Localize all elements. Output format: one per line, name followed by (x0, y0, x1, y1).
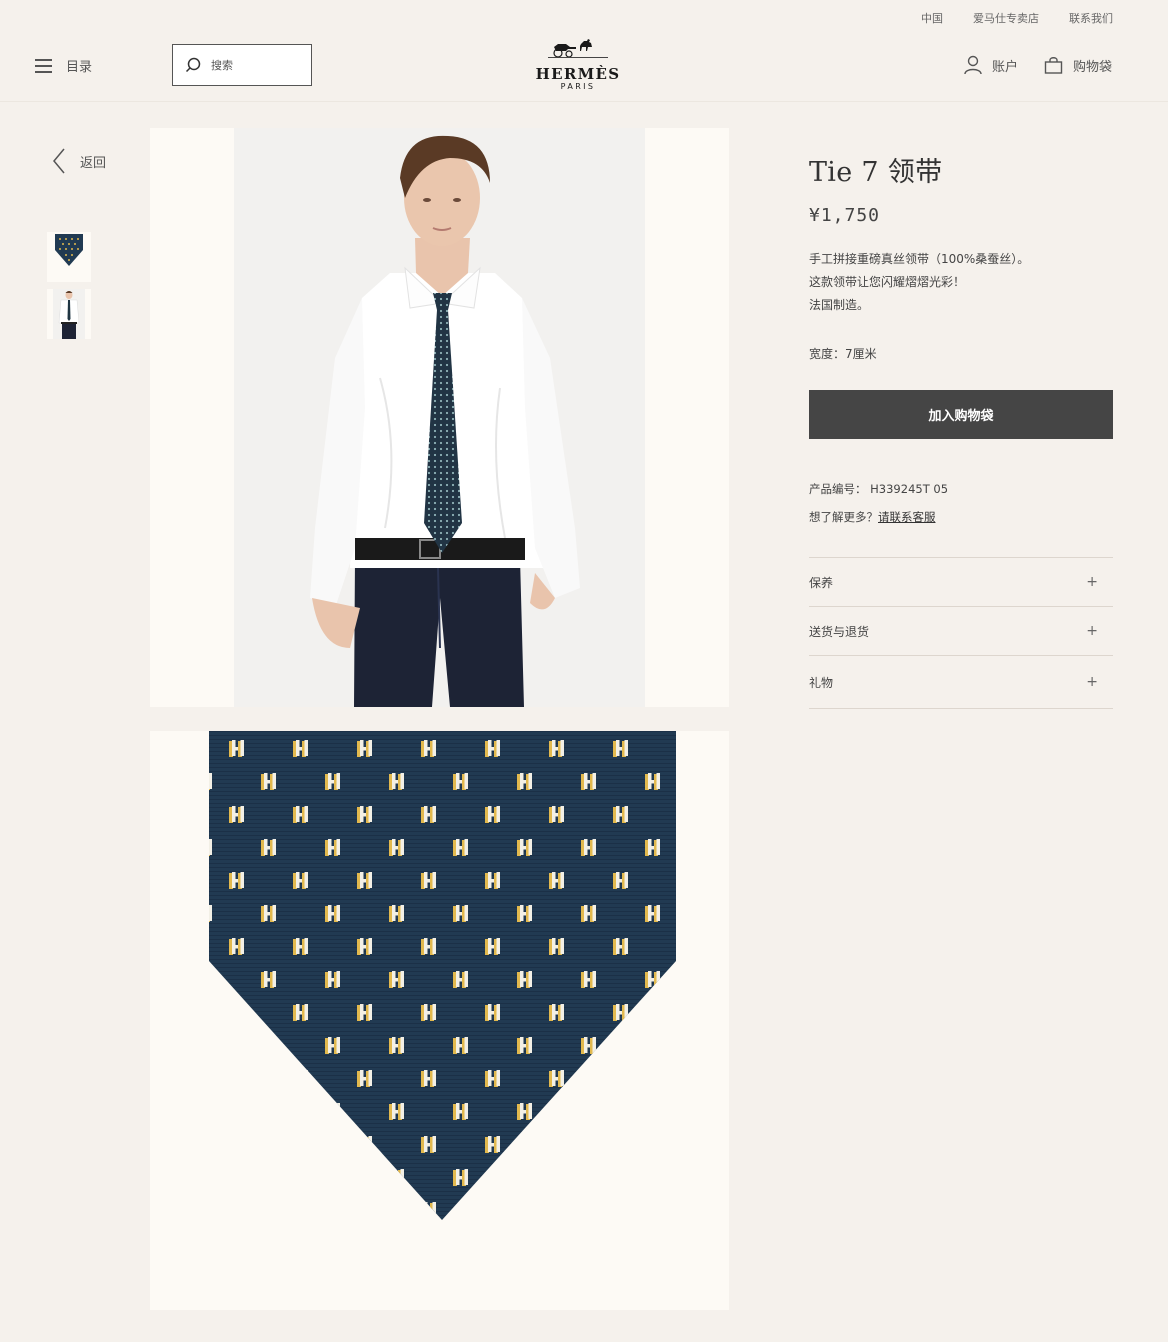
back-button[interactable]: 返回 (52, 148, 106, 174)
product-info: Tie 7 领带 ¥1,750 手工拼接重磅真丝领带（100%桑蚕丝）。 这款领… (809, 150, 1113, 709)
account-button[interactable]: 账户 (964, 55, 1018, 75)
account-label: 账户 (991, 59, 1018, 75)
product-width: 宽度：7厘米 (809, 347, 877, 361)
search-input[interactable] (211, 58, 301, 72)
back-label: 返回 (80, 155, 107, 171)
hamburger-icon (35, 59, 52, 73)
plus-icon: + (1086, 623, 1098, 639)
product-sku: 产品编号： H339245T 05 (809, 482, 949, 496)
product-description: 手工拼接重磅真丝领带（100%桑蚕丝）。 这款领带让您闪耀熠熠光彩！ 法国制造。 (809, 248, 1113, 317)
description-line: 法国制造。 (809, 298, 870, 312)
accordion-label: 礼物 (809, 675, 834, 690)
model-photo (310, 135, 580, 707)
search-icon (185, 57, 201, 73)
contact-prompt-text: 想了解更多？ (809, 510, 878, 524)
accordion-label: 送货与退货 (809, 624, 870, 639)
product-price: ¥1,750 (809, 205, 881, 226)
product-image-tie-detail (150, 731, 729, 1310)
header-actions: 账户 购物袋 (964, 55, 1112, 75)
plus-icon: + (1086, 674, 1098, 690)
tie-detail-photo (209, 731, 676, 1220)
tie-thumbnail-image (47, 232, 91, 282)
accordion-gift[interactable]: 礼物 + (809, 656, 1113, 709)
accordion-care[interactable]: 保养 + (809, 558, 1113, 607)
contact-prompt: 想了解更多？请联系客服 (809, 509, 1113, 525)
carriage-logo-icon (548, 39, 608, 58)
product-image-model (150, 128, 729, 707)
shopping-bag-icon (1044, 57, 1063, 74)
menu-label: 目录 (66, 60, 93, 75)
accordion-label: 保养 (809, 575, 834, 590)
logo-subtext: PARIS (560, 82, 596, 91)
thumbnail-tie-detail[interactable] (47, 232, 91, 282)
thumbnail-model[interactable] (47, 289, 91, 339)
chevron-left-icon (53, 148, 65, 174)
description-line: 手工拼接重磅真丝领带（100%桑蚕丝）。 (809, 252, 1030, 266)
plus-icon: + (1086, 574, 1098, 590)
add-to-bag-button[interactable]: 加入购物袋 (809, 390, 1113, 439)
contact-service-link[interactable]: 请联系客服 (878, 510, 936, 524)
product-title: Tie 7 领带 (809, 157, 943, 188)
description-line: 这款领带让您闪耀熠熠光彩！ (809, 275, 966, 289)
shopping-bag-button[interactable]: 购物袋 (1044, 56, 1112, 75)
product-accordion: 保养 + 送货与退货 + 礼物 + (809, 557, 1113, 709)
user-icon (964, 55, 982, 75)
shopping-bag-label: 购物袋 (1072, 59, 1112, 75)
hermes-logo[interactable]: HERMÈS PARIS (530, 38, 626, 91)
menu-button[interactable]: 目录 (35, 56, 92, 75)
search-box[interactable] (172, 44, 312, 86)
accordion-shipping-returns[interactable]: 送货与退货 + (809, 607, 1113, 656)
site-header: 目录 HERMÈS PARIS 账户 (0, 0, 1168, 102)
logo-wordmark: HERMÈS (535, 65, 621, 83)
model-thumbnail-image (47, 289, 91, 339)
